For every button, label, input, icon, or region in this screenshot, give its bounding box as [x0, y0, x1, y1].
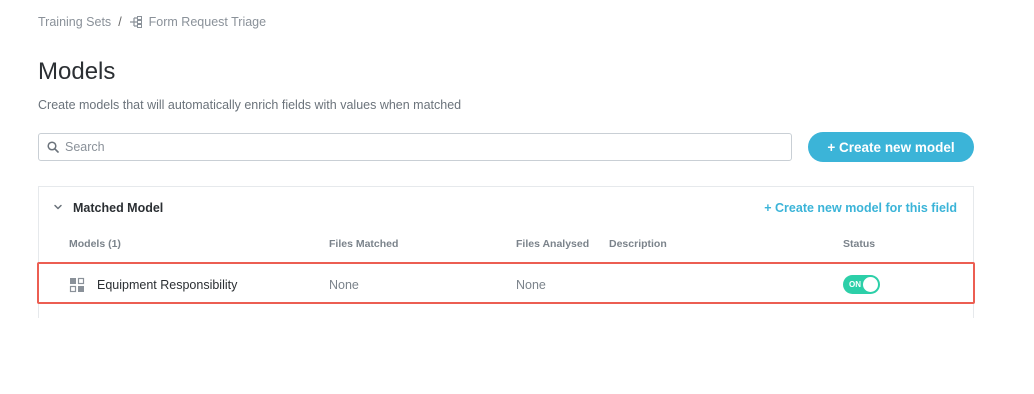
search-icon — [47, 141, 59, 153]
column-header-status: Status — [843, 238, 876, 250]
breadcrumb-current: Form Request Triage — [148, 15, 267, 29]
row-highlight-outline — [37, 262, 975, 304]
page-subtitle: Create models that will automatically en… — [38, 98, 462, 112]
tree-icon — [129, 16, 143, 28]
panel-title: Matched Model — [73, 201, 164, 215]
column-header-files-matched: Files Matched — [329, 238, 399, 250]
create-model-for-field-link[interactable]: + Create new model for this field — [764, 201, 957, 215]
chevron-down-icon[interactable] — [53, 202, 63, 212]
panel-header[interactable]: Matched Model + Create new model for thi… — [39, 187, 973, 229]
column-header-models: Models (1) — [69, 238, 121, 250]
breadcrumb-training-sets-link[interactable]: Training Sets — [38, 15, 111, 29]
breadcrumb-separator: / — [118, 15, 122, 29]
search-input[interactable] — [65, 140, 765, 154]
create-new-model-button[interactable]: + Create new model — [808, 132, 974, 162]
search-box[interactable] — [38, 133, 792, 161]
page-title: Models — [38, 58, 116, 85]
breadcrumb: Training Sets / Form Request Triage — [38, 15, 266, 29]
column-header-files-analysed: Files Analysed — [516, 238, 590, 250]
column-header-description: Description — [609, 238, 667, 250]
